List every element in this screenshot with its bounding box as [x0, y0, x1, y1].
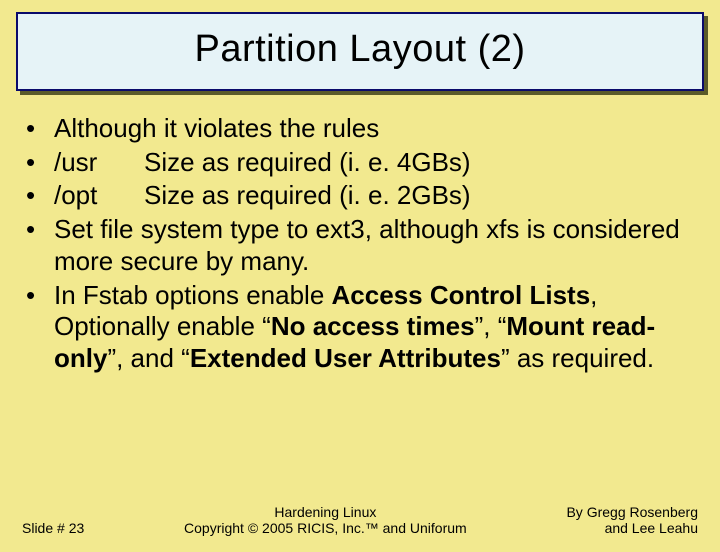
bullet-text-segment: ” as required. [501, 343, 654, 373]
slide-title: Partition Layout (2) [28, 28, 692, 71]
bold-term: Access Control Lists [332, 280, 591, 310]
list-item: /optSize as required (i. e. 2GBs) [20, 180, 700, 212]
partition-name: /usr [54, 147, 144, 179]
bullet-text: Set file system type to ext3, although x… [54, 214, 680, 276]
bullet-text-segment: ”, “ [475, 311, 507, 341]
bullet-text: Although it violates the rules [54, 113, 379, 143]
list-item: Set file system type to ext3, although x… [20, 214, 700, 277]
slide-number: Slide # 23 [22, 520, 84, 536]
bullet-text-segment: In Fstab options enable [54, 280, 332, 310]
content-area: Although it violates the rules /usrSize … [0, 91, 720, 375]
footer: Slide # 23 Hardening Linux Copyright © 2… [0, 504, 720, 536]
footer-title: Hardening Linux [84, 504, 566, 520]
footer-authors: By Gregg Rosenberg and Lee Leahu [566, 504, 698, 536]
footer-copyright: Copyright © 2005 RICIS, Inc.™ and Unifor… [84, 520, 566, 536]
bold-term: No access times [271, 311, 475, 341]
bold-term: Extended User Attributes [190, 343, 501, 373]
author-line: By Gregg Rosenberg [566, 504, 698, 520]
partition-desc: Size as required (i. e. 4GBs) [144, 147, 471, 177]
list-item: In Fstab options enable Access Control L… [20, 280, 700, 375]
partition-name: /opt [54, 180, 144, 212]
bullet-text-segment: ”, and “ [107, 343, 189, 373]
list-item: Although it violates the rules [20, 113, 700, 145]
partition-desc: Size as required (i. e. 2GBs) [144, 180, 471, 210]
bullet-list: Although it violates the rules /usrSize … [20, 113, 700, 375]
footer-center: Hardening Linux Copyright © 2005 RICIS, … [84, 504, 566, 536]
list-item: /usrSize as required (i. e. 4GBs) [20, 147, 700, 179]
title-bar: Partition Layout (2) [16, 12, 704, 91]
author-line: and Lee Leahu [566, 520, 698, 536]
